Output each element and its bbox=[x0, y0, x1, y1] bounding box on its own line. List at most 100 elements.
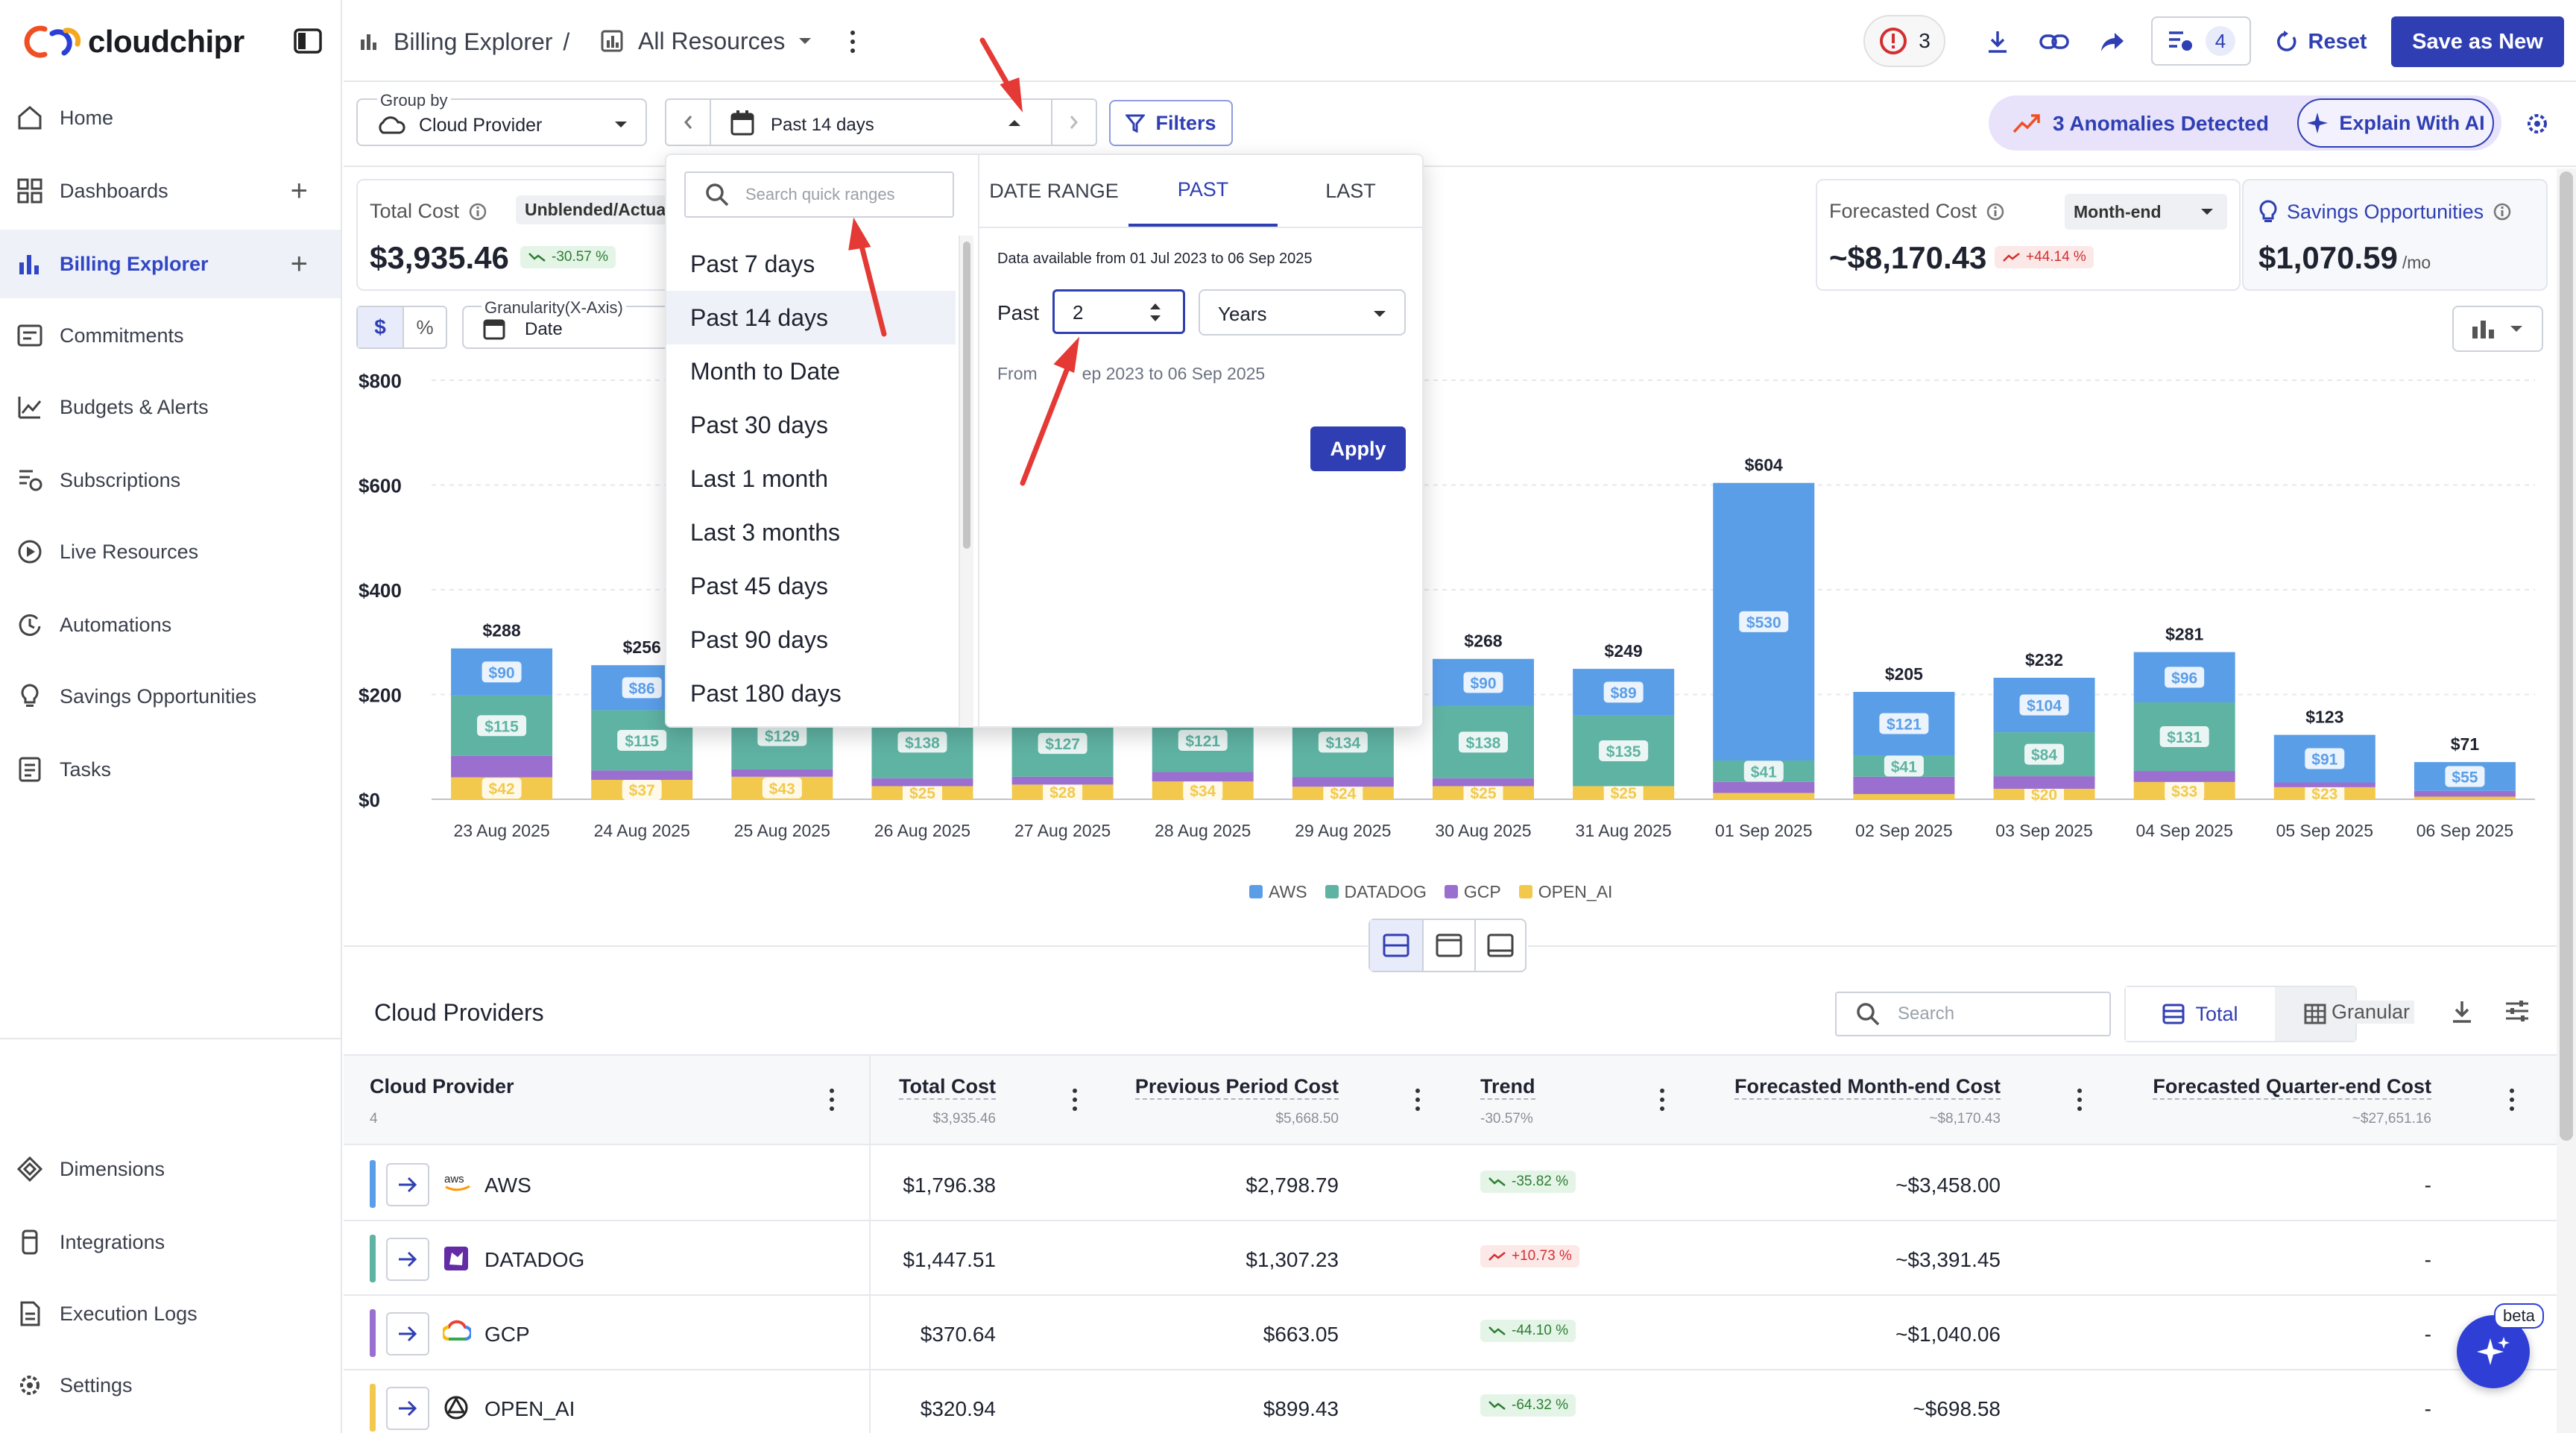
drilldown-button[interactable] bbox=[386, 1387, 429, 1430]
bar-segment-gcp[interactable] bbox=[451, 755, 553, 778]
date-prev-button[interactable] bbox=[666, 100, 711, 145]
settings-button[interactable] bbox=[2524, 110, 2551, 137]
quick-range-item[interactable]: Past 7 days bbox=[666, 237, 956, 291]
bar-segment-gcp[interactable] bbox=[1152, 772, 1254, 782]
date-next-button[interactable] bbox=[1051, 100, 1096, 145]
view-selector[interactable]: All Resources bbox=[601, 25, 813, 57]
explain-with-ai-button[interactable]: Explain With AI bbox=[2297, 98, 2494, 148]
quick-range-item[interactable]: Past 45 days bbox=[666, 559, 956, 613]
column-menu-button[interactable] bbox=[1072, 1089, 1078, 1111]
bar-segment-open-ai[interactable] bbox=[1853, 793, 1955, 799]
sidebar-item-dimensions[interactable]: Dimensions bbox=[0, 1135, 341, 1203]
info-icon[interactable] bbox=[468, 202, 487, 221]
quick-range-item[interactable]: Past 90 days bbox=[666, 613, 956, 667]
legend-item[interactable]: DATADOG bbox=[1325, 882, 1427, 902]
view-more-button[interactable] bbox=[850, 31, 856, 53]
bar-segment-gcp[interactable] bbox=[2133, 771, 2235, 782]
info-icon[interactable] bbox=[2493, 202, 2512, 221]
filters-button[interactable]: Filters bbox=[1109, 100, 1233, 146]
column-header[interactable]: Cloud Provider bbox=[370, 1075, 514, 1098]
logo[interactable]: cloudchipr bbox=[22, 19, 244, 64]
copy-link-button[interactable] bbox=[2038, 27, 2071, 57]
page-scrollbar-thumb[interactable] bbox=[2560, 171, 2573, 1141]
drilldown-button[interactable] bbox=[386, 1238, 429, 1281]
legend-item[interactable]: GCP bbox=[1444, 882, 1501, 902]
add-icon[interactable]: + bbox=[291, 174, 308, 208]
past-value-input[interactable]: 2 bbox=[1052, 289, 1185, 334]
unit-select[interactable]: Years bbox=[1199, 289, 1406, 336]
bar-segment-open-ai[interactable] bbox=[1713, 793, 1815, 799]
column-menu-button[interactable] bbox=[2509, 1089, 2515, 1111]
layout-table-button[interactable] bbox=[1474, 920, 1525, 971]
sidebar-item-integrations[interactable]: Integrations bbox=[0, 1208, 341, 1276]
group-by-select[interactable]: Group by Cloud Provider bbox=[356, 91, 647, 146]
chart-type-select[interactable] bbox=[2452, 306, 2543, 352]
legend-item[interactable]: AWS bbox=[1249, 882, 1307, 902]
table-row[interactable] bbox=[344, 1370, 2557, 1433]
sidebar-item-billing-explorer[interactable]: Billing Explorer + bbox=[0, 230, 341, 298]
legend-item[interactable]: OPEN_AI bbox=[1518, 882, 1612, 902]
bar-segment-gcp[interactable] bbox=[1713, 781, 1815, 793]
date-range-picker[interactable]: Past 14 days bbox=[665, 98, 1097, 146]
tab-date-range[interactable]: DATE RANGE bbox=[979, 155, 1128, 227]
sidebar-item-commitments[interactable]: Commitments bbox=[0, 301, 341, 370]
quick-range-item[interactable]: Past 30 days bbox=[666, 398, 956, 452]
add-icon[interactable]: + bbox=[291, 248, 308, 281]
bar-segment-gcp[interactable] bbox=[1993, 776, 2095, 789]
quick-range-item[interactable]: Past 180 days bbox=[666, 667, 956, 720]
percent-mode-button[interactable]: % bbox=[402, 307, 446, 347]
share-button[interactable] bbox=[2097, 27, 2127, 57]
granular-mode-label[interactable]: Granular bbox=[2327, 1001, 2415, 1024]
reset-button[interactable]: Reset bbox=[2269, 24, 2373, 60]
quick-range-item[interactable]: Last 3 months bbox=[666, 506, 956, 559]
sidebar-item-settings[interactable]: Settings bbox=[0, 1351, 341, 1420]
savings-card[interactable]: Savings Opportunities $1,070.59 /mo bbox=[2242, 179, 2548, 291]
column-menu-button[interactable] bbox=[829, 1089, 835, 1111]
layout-chart-button[interactable] bbox=[1422, 920, 1474, 971]
breadcrumb-root[interactable]: Billing Explorer bbox=[394, 28, 552, 56]
quick-range-item[interactable]: Last 1 month bbox=[666, 452, 956, 506]
column-header[interactable]: Forecasted Month-end Cost bbox=[1734, 1075, 2001, 1100]
bar-segment-gcp[interactable] bbox=[591, 770, 693, 781]
sidebar-item-tasks[interactable]: Tasks bbox=[0, 735, 341, 804]
table-search-input[interactable]: Search bbox=[1835, 992, 2111, 1036]
column-header[interactable]: Forecasted Quarter-end Cost bbox=[2153, 1075, 2431, 1100]
download-button[interactable] bbox=[1983, 27, 2012, 57]
granularity-select[interactable]: Granularity(X-Axis) Date bbox=[462, 298, 671, 349]
quick-range-item[interactable]: Past 14 days bbox=[666, 291, 956, 344]
bar-segment-gcp[interactable] bbox=[1853, 776, 1955, 794]
bar-segment-gcp[interactable] bbox=[2273, 782, 2375, 787]
layout-split-button[interactable] bbox=[1370, 920, 1422, 971]
bar-segment-open-ai[interactable] bbox=[2414, 796, 2516, 799]
drilldown-button[interactable] bbox=[386, 1163, 429, 1206]
alerts-button[interactable]: 3 bbox=[1863, 15, 1945, 67]
sidebar-item-subscriptions[interactable]: Subscriptions bbox=[0, 446, 341, 514]
stepper-icon[interactable] bbox=[1147, 299, 1164, 326]
column-header[interactable]: Previous Period Cost bbox=[1134, 1075, 1339, 1100]
forecast-period-select[interactable]: Month-end bbox=[2065, 194, 2227, 230]
tasks-button[interactable]: 4 bbox=[2151, 16, 2251, 66]
sidebar-item-automations[interactable]: Automations bbox=[0, 590, 341, 659]
column-header[interactable]: Trend bbox=[1480, 1075, 1535, 1100]
sidebar-item-live-resources[interactable]: Live Resources bbox=[0, 517, 341, 586]
apply-button[interactable]: Apply bbox=[1310, 426, 1406, 471]
table-row[interactable] bbox=[344, 1221, 2557, 1296]
column-menu-button[interactable] bbox=[1415, 1089, 1421, 1111]
bar-segment-gcp[interactable] bbox=[2414, 790, 2516, 797]
tab-last[interactable]: LAST bbox=[1278, 155, 1424, 227]
total-cost-type[interactable]: Unblended/Actua bbox=[516, 195, 684, 224]
anomalies-button[interactable]: 3 Anomalies Detected bbox=[2012, 109, 2269, 139]
bar-segment-gcp[interactable] bbox=[731, 769, 833, 777]
bar-segment-gcp[interactable] bbox=[1011, 776, 1114, 785]
tab-past[interactable]: PAST bbox=[1128, 155, 1278, 227]
collapse-sidebar-button[interactable] bbox=[294, 28, 322, 54]
bar-segment-gcp[interactable] bbox=[1433, 778, 1534, 787]
sidebar-item-budgets-alerts[interactable]: Budgets & Alerts bbox=[0, 373, 341, 441]
column-menu-button[interactable] bbox=[2077, 1089, 2083, 1111]
table-row[interactable] bbox=[344, 1147, 2557, 1221]
bar-segment-gcp[interactable] bbox=[1292, 777, 1394, 787]
drilldown-button[interactable] bbox=[386, 1312, 429, 1355]
table-row[interactable] bbox=[344, 1296, 2557, 1370]
column-menu-button[interactable] bbox=[1659, 1089, 1665, 1111]
save-as-new-button[interactable]: Save as New bbox=[2391, 16, 2564, 67]
